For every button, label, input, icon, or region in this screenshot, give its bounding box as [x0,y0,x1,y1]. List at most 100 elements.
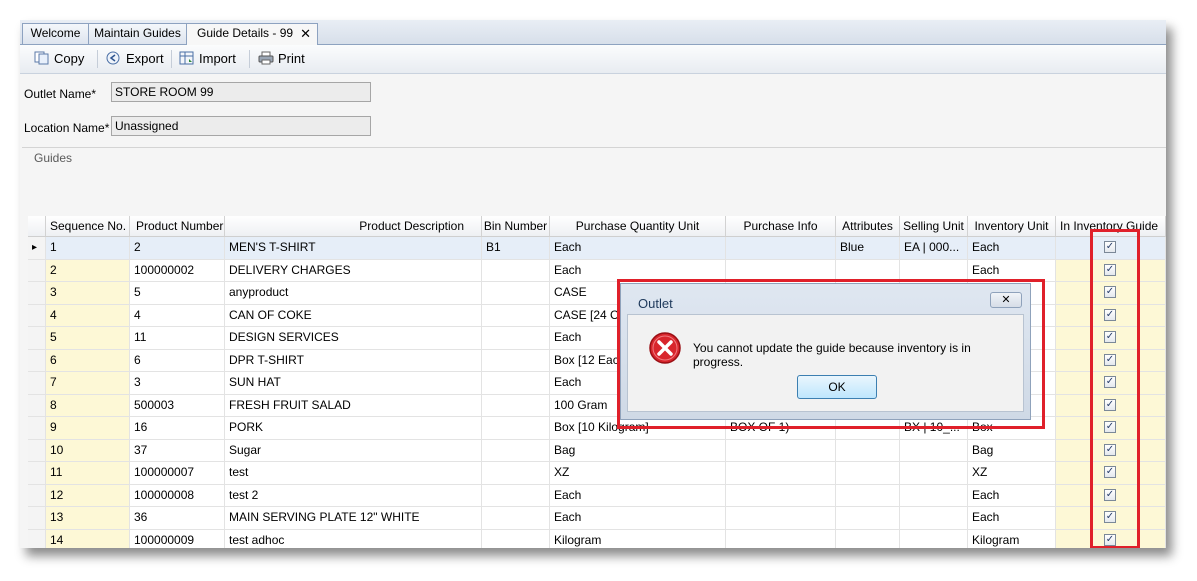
cell-bin[interactable] [482,327,550,350]
table-row[interactable]: ▸ 1 2 MEN'S T-SHIRT B1 Each Blue EA | 000... Eac… [28,237,1166,260]
print-button[interactable]: Print [258,49,305,69]
cell-attr[interactable] [836,529,900,548]
close-tab-icon[interactable]: ✕ [300,24,311,43]
cell-pinfo[interactable] [726,462,836,485]
cell-attr[interactable] [836,439,900,462]
column-header-attributes[interactable]: Attributes [836,216,900,237]
row-indicator[interactable] [28,259,46,282]
cell-sell[interactable] [900,507,968,530]
cell-seq[interactable]: 11 [46,462,130,485]
cell-desc[interactable]: test 2 [225,484,482,507]
table-row[interactable]: 12 100000008 test 2 Each Each ✓ [28,484,1166,507]
cell-num[interactable]: 4 [130,304,225,327]
cell-num[interactable]: 100000009 [130,529,225,548]
table-row[interactable]: 14 100000009 test adhoc Kilogram Kilogram ✓ [28,529,1166,548]
cell-desc[interactable]: test [225,462,482,485]
cell-num[interactable]: 500003 [130,394,225,417]
cell-seq[interactable]: 4 [46,304,130,327]
column-header-product-number[interactable]: Product Number [130,216,225,237]
row-indicator[interactable] [28,282,46,305]
cell-pqu[interactable]: Each [550,507,726,530]
cell-bin[interactable] [482,439,550,462]
cell-desc[interactable]: CAN OF COKE [225,304,482,327]
table-row[interactable]: 10 37 Sugar Bag Bag ✓ [28,439,1166,462]
row-indicator[interactable] [28,349,46,372]
row-indicator[interactable] [28,462,46,485]
outlet-name-field[interactable]: STORE ROOM 99 [111,82,371,102]
cell-seq[interactable]: 8 [46,394,130,417]
cell-seq[interactable]: 14 [46,529,130,548]
cell-bin[interactable]: B1 [482,237,550,260]
cell-num[interactable]: 3 [130,372,225,395]
cell-pinfo[interactable] [726,484,836,507]
cell-bin[interactable] [482,507,550,530]
column-header-purchase-info[interactable]: Purchase Info [726,216,836,237]
cell-num[interactable]: 36 [130,507,225,530]
row-indicator[interactable] [28,372,46,395]
dialog-close-button[interactable]: ✕ [990,292,1022,308]
cell-num[interactable]: 100000008 [130,484,225,507]
cell-num[interactable]: 16 [130,417,225,440]
column-header-bin-number[interactable]: Bin Number [482,216,550,237]
cell-desc[interactable]: DESIGN SERVICES [225,327,482,350]
cell-desc[interactable]: MEN'S T-SHIRT [225,237,482,260]
cell-inv[interactable]: Each [968,237,1056,260]
cell-num[interactable]: 5 [130,282,225,305]
row-indicator[interactable] [28,327,46,350]
tab-maintain-guides[interactable]: Maintain Guides [88,23,187,44]
cell-inv[interactable]: Kilogram [968,529,1056,548]
cell-desc[interactable]: PORK [225,417,482,440]
cell-seq[interactable]: 7 [46,372,130,395]
cell-seq[interactable]: 5 [46,327,130,350]
row-indicator[interactable] [28,484,46,507]
column-header-sequence[interactable]: Sequence No. [46,216,130,237]
cell-num[interactable]: 6 [130,349,225,372]
cell-sell[interactable] [900,439,968,462]
cell-pinfo[interactable] [726,237,836,260]
cell-desc[interactable]: FRESH FRUIT SALAD [225,394,482,417]
cell-bin[interactable] [482,304,550,327]
import-button[interactable]: Import [179,49,236,69]
cell-desc[interactable]: DPR T-SHIRT [225,349,482,372]
cell-desc[interactable]: DELIVERY CHARGES [225,259,482,282]
cell-inv[interactable]: Each [968,507,1056,530]
cell-seq[interactable]: 6 [46,349,130,372]
cell-bin[interactable] [482,529,550,548]
cell-bin[interactable] [482,282,550,305]
copy-button[interactable]: Copy [34,49,84,69]
cell-bin[interactable] [482,349,550,372]
cell-bin[interactable] [482,259,550,282]
cell-attr[interactable]: Blue [836,237,900,260]
cell-seq[interactable]: 13 [46,507,130,530]
cell-seq[interactable]: 12 [46,484,130,507]
cell-seq[interactable]: 10 [46,439,130,462]
location-name-field[interactable]: Unassigned [111,116,371,136]
cell-seq[interactable]: 9 [46,417,130,440]
row-indicator[interactable] [28,304,46,327]
cell-seq[interactable]: 3 [46,282,130,305]
row-indicator[interactable]: ▸ [28,237,46,260]
column-header-purchase-quantity-unit[interactable]: Purchase Quantity Unit [550,216,726,237]
cell-pqu[interactable]: Bag [550,439,726,462]
cell-desc[interactable]: MAIN SERVING PLATE 12" WHITE [225,507,482,530]
cell-num[interactable]: 11 [130,327,225,350]
cell-attr[interactable] [836,462,900,485]
cell-bin[interactable] [482,394,550,417]
export-button[interactable]: Export [106,49,164,69]
cell-pinfo[interactable] [726,439,836,462]
cell-sell[interactable] [900,462,968,485]
table-row[interactable]: 13 36 MAIN SERVING PLATE 12" WHITE Each Each… [28,507,1166,530]
cell-num[interactable]: 37 [130,439,225,462]
cell-pqu[interactable]: Each [550,237,726,260]
cell-desc[interactable]: test adhoc [225,529,482,548]
cell-inv[interactable]: Bag [968,439,1056,462]
cell-bin[interactable] [482,462,550,485]
row-indicator[interactable] [28,529,46,548]
cell-bin[interactable] [482,484,550,507]
table-row[interactable]: 11 100000007 test XZ XZ ✓ [28,462,1166,485]
cell-pqu[interactable]: Kilogram [550,529,726,548]
cell-seq[interactable]: 1 [46,237,130,260]
cell-num[interactable]: 100000007 [130,462,225,485]
cell-seq[interactable]: 2 [46,259,130,282]
column-header-product-description[interactable]: Product Description [225,216,482,237]
